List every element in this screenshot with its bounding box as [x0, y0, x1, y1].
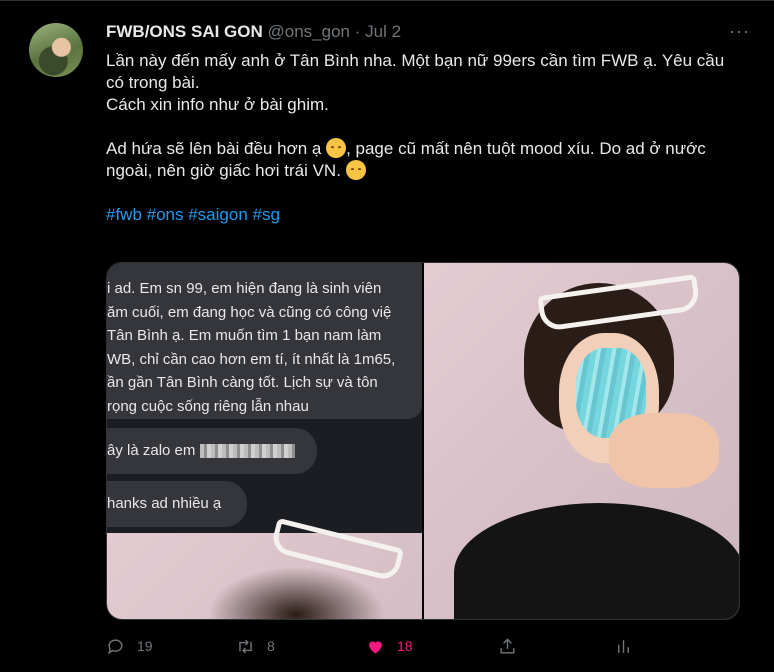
photo-preview — [107, 517, 422, 619]
more-options-icon[interactable]: ··· — [729, 21, 750, 42]
pensive-emoji-icon — [326, 138, 347, 158]
sunglasses-shape — [269, 517, 405, 583]
chat-line: i ad. Em sn 99, em hiện đang là sinh viê… — [107, 280, 382, 297]
analytics-button[interactable] — [614, 631, 633, 661]
hashtags[interactable]: #fwb #ons #saigon #sg — [106, 204, 746, 226]
chat-bubble: ây là zalo em — [107, 428, 317, 474]
chat-bubble: hanks ad nhiều ạ — [107, 481, 247, 527]
dress-shape — [454, 503, 739, 619]
tweet-text-segment: Ad hứa sẽ lên bài đều hơn ạ — [106, 139, 327, 158]
chat-bubble-text: hanks ad nhiều ạ — [107, 495, 222, 512]
retweet-icon — [239, 639, 252, 653]
tweet-text-line: Ad hứa sẽ lên bài đều hơn ạ , page cũ mấ… — [106, 138, 746, 182]
reply-button[interactable]: 19 — [106, 631, 153, 661]
tweet-date[interactable]: Jul 2 — [365, 22, 401, 41]
chat-line: ăm cuối, em đang học và cũng có công việ — [107, 303, 392, 321]
selfie-image[interactable] — [424, 263, 739, 619]
pensive-emoji-icon — [345, 160, 366, 180]
chat-line: Tân Bình ạ. Em muốn tìm 1 bạn nam làm — [107, 327, 382, 344]
tweet-header: FWB/ONS SAI GON @ons_gon · Jul 2 — [106, 22, 401, 42]
retweet-button[interactable]: 8 — [236, 631, 275, 661]
chat-line: ần gần Tân Bình càng tốt. Lịch sự và tôn — [107, 374, 378, 391]
heart-icon — [369, 640, 382, 654]
author-handle[interactable]: @ons_gon — [268, 22, 351, 41]
chat-lines: i ad. Em sn 99, em hiện đang là sinh viê… — [107, 277, 422, 418]
share-button[interactable] — [498, 631, 517, 661]
tweet-text-line: Lần này đến mấy anh ở Tân Bình nha. Một … — [106, 51, 725, 92]
chat-message-block: i ad. Em sn 99, em hiện đang là sinh viê… — [107, 263, 422, 419]
like-count: 18 — [397, 638, 413, 654]
tweet[interactable]: FWB/ONS SAI GON @ons_gon · Jul 2 ··· Lần… — [0, 0, 774, 672]
chat-line: rọng cuộc sống riêng lẫn nhau — [107, 397, 309, 415]
tweet-text-line: Cách xin info như ở bài ghim. — [106, 95, 329, 114]
reply-icon — [108, 638, 123, 655]
avatar[interactable] — [29, 23, 83, 77]
separator-dot: · — [354, 22, 361, 41]
retweet-count: 8 — [267, 638, 275, 654]
tweet-text: Lần này đến mấy anh ở Tân Bình nha. Một … — [106, 50, 746, 226]
analytics-icon — [618, 639, 629, 653]
reply-count: 19 — [137, 638, 153, 654]
media-grid: i ad. Em sn 99, em hiện đang là sinh viê… — [106, 262, 740, 620]
like-button[interactable]: 18 — [366, 631, 413, 661]
author-name[interactable]: FWB/ONS SAI GON — [106, 22, 263, 41]
chat-bubble-text: ây là zalo em — [107, 442, 196, 459]
chat-line: WB, chỉ cần cao hơn em tí, ít nhất là 1m… — [107, 350, 396, 368]
share-icon — [500, 637, 515, 654]
tweet-actions: 19 8 18 — [106, 631, 746, 661]
chat-screenshot-image[interactable]: i ad. Em sn 99, em hiện đang là sinh viê… — [107, 263, 422, 619]
redacted-text — [199, 444, 295, 459]
hand-shape — [609, 413, 719, 488]
